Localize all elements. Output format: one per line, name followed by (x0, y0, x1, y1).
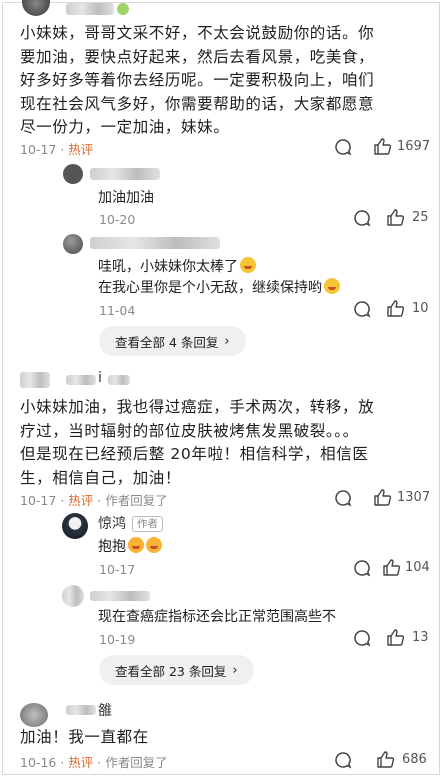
like-count: 104 (405, 560, 430, 575)
author-replied-label: 作者回复了 (105, 493, 168, 508)
like-count: 686 (402, 752, 427, 767)
emoji-icon (240, 257, 256, 273)
author-name[interactable]: 惊鸿 作者 (98, 513, 163, 533)
comment-date: 10-16 (20, 755, 57, 770)
reply-text: 抱抱 (98, 536, 162, 558)
reply-text: 哇吼，小妹妹你太棒了 (98, 256, 256, 278)
emoji-icon (128, 537, 144, 553)
username-blurred[interactable] (108, 375, 130, 385)
like-count: 1307 (397, 490, 431, 505)
like-icon[interactable] (381, 557, 401, 577)
vip-icon (117, 3, 129, 15)
reply-avatar-blurred[interactable] (63, 164, 83, 184)
like-icon[interactable] (372, 136, 392, 156)
reply-text: 加油加油 (98, 190, 154, 206)
comment-text: 小妹妹，哥哥文采不好，不太会说鼓励你的话。你 要加油，要快点好起来，然后去看风景… (20, 24, 375, 136)
reply-icon[interactable] (333, 488, 353, 508)
reply-username-blurred[interactable] (90, 237, 220, 249)
reply-icon[interactable] (333, 750, 353, 770)
reply-date: 10-19 (99, 632, 136, 647)
view-all-replies-button[interactable]: 查看全部 4 条回复 › (99, 326, 246, 356)
comment-meta: 10-17 · 热评 (20, 142, 94, 157)
like-icon[interactable] (372, 487, 392, 507)
like-count: 13 (412, 630, 429, 645)
reply-date: 10-17 (99, 562, 136, 577)
hot-label: 热评 (68, 142, 94, 157)
comment-meta: 10-17 · 热评 · 作者回复了 (20, 493, 168, 508)
emoji-icon (324, 278, 340, 294)
comment-date: 10-17 (20, 493, 57, 508)
reply-username-blurred[interactable] (90, 168, 160, 180)
author-badge: 作者 (132, 516, 163, 532)
like-count: 10 (412, 301, 429, 316)
comment-text: 小妹妹加油，我也得过癌症，手术两次，转移，放 疗过，当时辐射的部位皮肤被烤焦发黑… (20, 398, 375, 487)
reply-icon[interactable] (352, 208, 372, 228)
hot-label: 热评 (68, 755, 94, 770)
reply-date: 11-04 (99, 303, 136, 318)
reply-icon[interactable] (333, 137, 353, 157)
author-replied-label: 作者回复了 (105, 755, 168, 770)
like-icon[interactable] (375, 749, 395, 769)
username-partial[interactable]: 雒 (98, 700, 112, 720)
hot-label: 热评 (68, 493, 94, 508)
reply-date: 10-20 (99, 212, 136, 227)
reply-icon[interactable] (352, 299, 372, 319)
reply-username-blurred[interactable] (90, 591, 150, 601)
reply-icon[interactable] (352, 558, 372, 578)
like-icon[interactable] (385, 207, 405, 227)
avatar-blurred[interactable] (20, 703, 48, 727)
username-blurred[interactable] (66, 3, 114, 15)
username-blurred[interactable] (66, 375, 96, 385)
avatar-blurred[interactable] (20, 372, 50, 388)
username-partial[interactable]: i (98, 370, 102, 386)
reply-text: 在我心里你是个小无敌，继续保持哟 (98, 277, 340, 299)
reply-text: 现在查癌症指标还会比正常范围高些不 (98, 609, 336, 625)
reply-avatar[interactable] (63, 234, 83, 254)
author-avatar[interactable] (62, 513, 88, 539)
chevron-right-icon: › (232, 662, 238, 678)
reply-icon[interactable] (352, 628, 372, 648)
like-count: 25 (412, 210, 429, 225)
emoji-icon (146, 537, 162, 553)
like-count: 1697 (397, 139, 431, 154)
view-all-replies-button[interactable]: 查看全部 23 条回复 › (99, 655, 254, 685)
reply-avatar-blurred[interactable] (62, 585, 84, 607)
like-icon[interactable] (385, 627, 405, 647)
comment-date: 10-17 (20, 142, 57, 157)
like-icon[interactable] (385, 298, 405, 318)
chevron-right-icon: › (224, 333, 230, 349)
comment-meta: 10-16 · 热评 · 作者回复了 (20, 755, 168, 770)
comment-text: 加油！我一直都在 (20, 728, 149, 746)
username-blurred[interactable] (66, 705, 96, 715)
